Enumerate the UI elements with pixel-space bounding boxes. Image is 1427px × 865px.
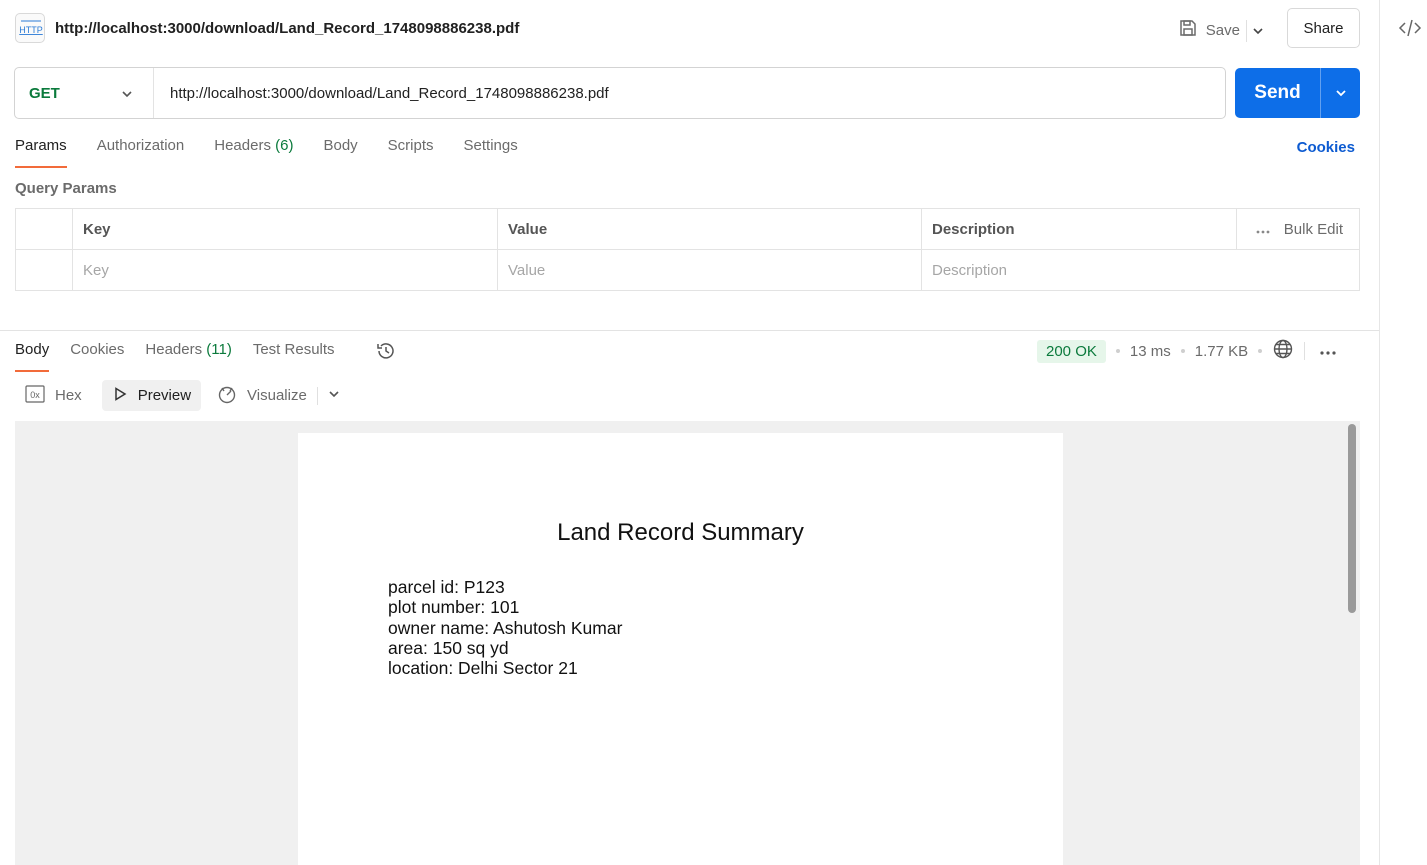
query-params-table: Key Value Description Bulk Edit Key Valu…: [15, 208, 1360, 291]
column-header-description: Description: [921, 209, 1236, 249]
column-header-value: Value: [497, 209, 921, 249]
hex-label: Hex: [55, 387, 82, 404]
value-input[interactable]: Value: [497, 250, 921, 290]
tab-headers-label: Headers: [214, 137, 271, 154]
table-header-row: Key Value Description Bulk Edit: [16, 209, 1359, 250]
bulk-edit-button[interactable]: Bulk Edit: [1256, 221, 1343, 238]
pdf-title: Land Record Summary: [557, 519, 804, 546]
key-input[interactable]: Key: [72, 250, 497, 290]
save-button[interactable]: Save: [1178, 16, 1240, 44]
separator-dot: [1180, 349, 1185, 353]
request-title[interactable]: http://localhost:3000/download/Land_Reco…: [55, 20, 519, 37]
save-icon: [1178, 18, 1198, 42]
url-input[interactable]: http://localhost:3000/download/Land_Reco…: [170, 85, 609, 102]
method-select[interactable]: GET: [15, 68, 154, 118]
divider: [1304, 342, 1306, 360]
tab-settings[interactable]: Settings: [464, 137, 518, 168]
response-time[interactable]: 13 ms: [1130, 343, 1171, 360]
more-horizontal-icon[interactable]: [1319, 343, 1337, 360]
svg-text:HTTP: HTTP: [19, 25, 43, 35]
preview-label: Preview: [137, 387, 192, 404]
visualize-icon: [217, 384, 237, 408]
pdf-page: Land Record Summary parcel id: P123 plot…: [298, 433, 1063, 865]
cookies-link[interactable]: Cookies: [1297, 139, 1355, 156]
separator-dot: [1115, 349, 1120, 353]
pdf-content: parcel id: P123 plot number: 101 owner n…: [388, 577, 622, 678]
hex-view-button[interactable]: 0x Hex: [15, 380, 92, 411]
response-view-toolbar: 0x Hex Preview Visualize: [15, 380, 350, 411]
pdf-line-plot-number: plot number: 101: [388, 597, 520, 618]
status-badge[interactable]: 200 OK: [1037, 339, 1106, 363]
visualize-view-button[interactable]: Visualize: [207, 380, 317, 411]
more-horizontal-icon: [1256, 221, 1270, 238]
pdf-line-owner-name: owner name: Ashutosh Kumar: [388, 617, 623, 638]
http-icon: HTTP: [15, 13, 45, 43]
globe-icon[interactable]: [1272, 338, 1294, 364]
request-header: HTTP http://localhost:3000/download/Land…: [15, 8, 1360, 48]
bulk-edit-label: Bulk Edit: [1283, 221, 1343, 238]
query-params-title: Query Params: [15, 180, 117, 197]
response-divider[interactable]: [0, 330, 1379, 331]
response-tabs: Body Cookies Headers (11) Test Results: [15, 341, 335, 372]
tab-authorization[interactable]: Authorization: [97, 137, 185, 168]
pdf-line-location: location: Delhi Sector 21: [388, 658, 578, 679]
hex-icon: 0x: [25, 384, 45, 407]
visualize-label: Visualize: [247, 387, 307, 404]
request-tabs: Params Authorization Headers (6) Body Sc…: [15, 137, 518, 169]
tab-headers-count: (6): [275, 137, 294, 154]
response-size[interactable]: 1.77 KB: [1195, 343, 1248, 360]
history-icon[interactable]: [375, 340, 397, 365]
table-row: Key Value Description: [16, 250, 1359, 291]
share-button[interactable]: Share: [1287, 8, 1360, 48]
view-options-button[interactable]: [318, 380, 350, 411]
tab-response-cookies[interactable]: Cookies: [70, 341, 124, 372]
method-label: GET: [29, 85, 60, 102]
checkbox-column-header: [16, 209, 72, 249]
chevron-down-icon: [1247, 28, 1269, 45]
tab-body[interactable]: Body: [323, 137, 357, 168]
pdf-line-parcel-id: parcel id: P123: [388, 577, 505, 597]
send-button[interactable]: Send: [1235, 68, 1320, 118]
url-bar: GET http://localhost:3000/download/Land_…: [14, 67, 1226, 119]
right-sidebar: [1379, 0, 1427, 865]
pdf-line-area: area: 150 sq yd: [388, 637, 509, 658]
send-button-group: Send: [1235, 68, 1360, 118]
request-workspace: HTTP http://localhost:3000/download/Land…: [0, 0, 1379, 865]
save-options-button[interactable]: [1246, 20, 1268, 42]
tab-response-body[interactable]: Body: [15, 341, 50, 372]
code-icon[interactable]: [1398, 17, 1422, 39]
tab-params[interactable]: Params: [15, 137, 67, 168]
tab-response-headers-label: Headers: [145, 341, 203, 358]
tab-response-headers[interactable]: Headers (11): [145, 341, 231, 372]
column-header-key: Key: [72, 209, 497, 249]
pdf-preview-area[interactable]: Land Record Summary parcel id: P123 plot…: [15, 421, 1360, 865]
chevron-down-icon: [119, 86, 135, 105]
tab-scripts[interactable]: Scripts: [388, 137, 434, 168]
tab-test-results[interactable]: Test Results: [253, 341, 335, 372]
tab-headers[interactable]: Headers (6): [214, 137, 293, 168]
play-icon: [112, 386, 128, 406]
send-options-button[interactable]: [1320, 68, 1360, 118]
preview-view-button[interactable]: Preview: [101, 380, 202, 411]
chevron-down-icon: [326, 386, 342, 406]
tab-response-headers-count: (11): [206, 341, 232, 358]
svg-text:0x: 0x: [30, 390, 40, 400]
response-meta: 200 OK 13 ms 1.77 KB: [1037, 338, 1337, 364]
row-checkbox-cell: [16, 250, 72, 290]
separator-dot: [1258, 349, 1263, 353]
scrollbar-thumb[interactable]: [1348, 424, 1356, 613]
description-input[interactable]: Description: [921, 250, 1359, 290]
save-label: Save: [1205, 21, 1240, 39]
chevron-down-icon: [1333, 85, 1349, 104]
